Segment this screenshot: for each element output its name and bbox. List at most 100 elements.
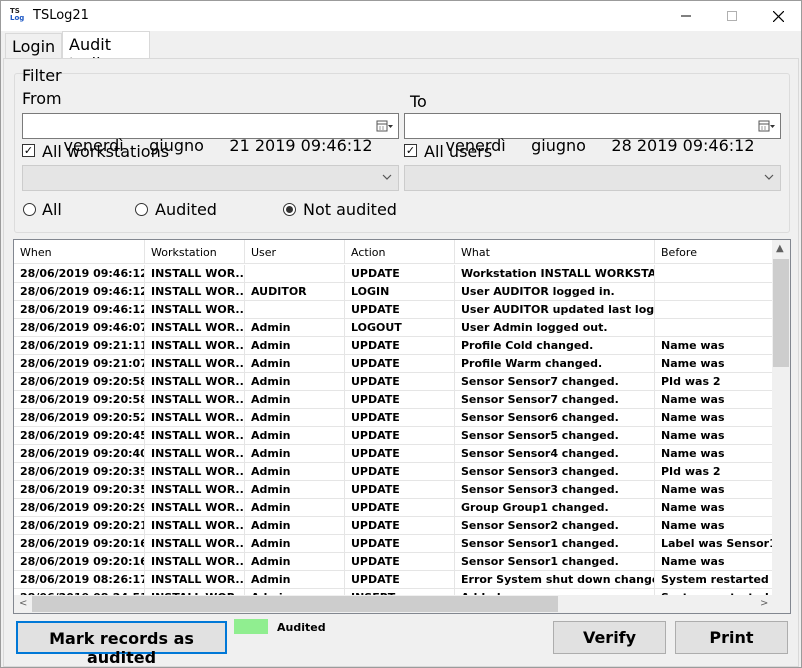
column-header[interactable]: What xyxy=(455,240,655,264)
table-row[interactable]: 28/06/2019 09:46:12 INSTALL WOR... UPDATE U… xyxy=(14,301,775,319)
table-cell: Sensor Sensor7 changed. xyxy=(455,391,655,409)
table-cell: 28/06/2019 09:46:12 xyxy=(14,283,145,301)
user-select[interactable] xyxy=(404,165,781,191)
table-row[interactable]: 28/06/2019 09:20:58 INSTALL WOR... Admin UP… xyxy=(14,391,775,409)
table-row[interactable]: 28/06/2019 09:20:16 INSTALL WOR... Admin UP… xyxy=(14,553,775,571)
table-cell: AUDITOR xyxy=(245,283,345,301)
table-row[interactable]: 28/06/2019 09:46:12 INSTALL WOR... UPDATE W… xyxy=(14,265,775,283)
vertical-scrollbar[interactable]: ▲ xyxy=(772,240,790,596)
table-row[interactable]: 28/06/2019 09:20:45 INSTALL WOR... Admin UP… xyxy=(14,427,775,445)
table-cell: INSTALL WOR... xyxy=(145,319,245,337)
radio-not-audited[interactable] xyxy=(283,203,296,216)
table-cell: Workstation INSTALL WORKSTAT... xyxy=(455,265,655,283)
workstation-select[interactable] xyxy=(22,165,399,191)
table-cell: Admin xyxy=(245,337,345,355)
table-cell: Sensor Sensor6 changed. xyxy=(455,409,655,427)
table-cell: UPDATE xyxy=(345,265,455,283)
tab-login[interactable]: Login xyxy=(5,33,62,59)
table-cell xyxy=(655,283,775,301)
horizontal-scroll-thumb[interactable] xyxy=(32,596,558,612)
column-header[interactable]: Before xyxy=(655,240,775,264)
table-row[interactable]: 28/06/2019 09:46:12 INSTALL WOR... AUDITOR… xyxy=(14,283,775,301)
all-users-checkbox[interactable]: ✓ xyxy=(404,144,417,157)
table-cell: Name was xyxy=(655,517,775,535)
table-cell: Admin xyxy=(245,391,345,409)
column-header[interactable]: Workstation xyxy=(145,240,245,264)
table-cell: Profile Warm changed. xyxy=(455,355,655,373)
tab-strip: Login Audit trail xyxy=(3,31,799,73)
table-cell: 28/06/2019 09:20:35 xyxy=(14,481,145,499)
table-cell: Sensor Sensor5 changed. xyxy=(455,427,655,445)
table-cell: LOGOUT xyxy=(345,319,455,337)
close-icon xyxy=(772,10,784,22)
table-cell: Admin xyxy=(245,499,345,517)
table-cell: INSTALL WOR... xyxy=(145,463,245,481)
table-cell: Group Group1 changed. xyxy=(455,499,655,517)
table-row[interactable]: 28/06/2019 09:20:16 INSTALL WOR... Admin UP… xyxy=(14,535,775,553)
table-cell: Admin xyxy=(245,481,345,499)
audit-grid[interactable]: When Workstation User Action What Before 28/0… xyxy=(13,239,791,614)
to-date-picker[interactable]: venerdì giugno 28 2019 09:46:12 xyxy=(404,113,781,155)
scroll-left-icon[interactable]: < xyxy=(19,598,27,609)
table-cell: User AUDITOR updated last login... xyxy=(455,301,655,319)
table-row[interactable]: 28/06/2019 09:21:07 INSTALL WOR... Admin UP… xyxy=(14,355,775,373)
table-cell: User AUDITOR logged in. xyxy=(455,283,655,301)
tab-audit-trail[interactable]: Audit trail xyxy=(62,31,150,73)
table-cell: 28/06/2019 09:20:16 xyxy=(14,535,145,553)
maximize-button[interactable] xyxy=(709,1,755,31)
table-cell: 28/06/2019 09:20:52 xyxy=(14,409,145,427)
scroll-up-icon[interactable]: ▲ xyxy=(776,243,784,254)
table-row[interactable]: 28/06/2019 09:20:21 INSTALL WOR... Admin UP… xyxy=(14,517,775,535)
column-header[interactable]: When xyxy=(14,240,145,264)
table-row[interactable]: 28/06/2019 09:21:11 INSTALL WOR... Admin UP… xyxy=(14,337,775,355)
table-row[interactable]: 28/06/2019 08:26:17 INSTALL WOR... Admin UP… xyxy=(14,571,775,589)
table-cell: Admin xyxy=(245,535,345,553)
radio-audited[interactable] xyxy=(135,203,148,216)
table-row[interactable]: 28/06/2019 09:20:58 INSTALL WOR... Admin UP… xyxy=(14,373,775,391)
verify-button[interactable]: Verify xyxy=(553,621,666,654)
app-window: TSLog TSLog21 Login Audit trail Filter F… xyxy=(0,0,802,668)
horizontal-scrollbar[interactable]: < > xyxy=(14,595,772,613)
table-cell: Sensor Sensor7 changed. xyxy=(455,373,655,391)
calendar-dropdown-icon[interactable] xyxy=(758,118,776,134)
print-button[interactable]: Print xyxy=(675,621,788,654)
calendar-dropdown-icon[interactable] xyxy=(376,118,394,134)
table-cell: 28/06/2019 09:20:58 xyxy=(14,391,145,409)
to-label: To xyxy=(410,92,427,111)
from-date-picker[interactable]: venerdì giugno 21 2019 09:46:12 xyxy=(22,113,399,155)
table-cell: Name was xyxy=(655,391,775,409)
table-cell: INSTALL WOR... xyxy=(145,265,245,283)
close-button[interactable] xyxy=(755,1,801,31)
table-cell xyxy=(245,265,345,283)
radio-all-label: All xyxy=(42,200,62,219)
table-cell: Sensor Sensor1 changed. xyxy=(455,535,655,553)
table-row[interactable]: 28/06/2019 09:46:07 INSTALL WOR... Admin LO… xyxy=(14,319,775,337)
mark-audited-button[interactable]: Mark records as audited xyxy=(16,621,227,667)
table-cell: Admin xyxy=(245,517,345,535)
all-workstations-label: All workstations xyxy=(42,142,170,161)
table-cell xyxy=(655,265,775,283)
app-icon: TS Log xyxy=(10,7,25,22)
table-cell: INSTALL WOR... xyxy=(145,301,245,319)
title-bar[interactable]: TS Log TSLog21 xyxy=(1,1,801,31)
table-row[interactable]: 28/06/2019 09:20:35 INSTALL WOR... Admin UP… xyxy=(14,463,775,481)
table-cell: Name was xyxy=(655,499,775,517)
table-row[interactable]: 28/06/2019 09:20:52 INSTALL WOR... Admin UP… xyxy=(14,409,775,427)
column-header[interactable]: Action xyxy=(345,240,455,264)
scroll-right-icon[interactable]: > xyxy=(760,598,768,609)
table-cell: UPDATE xyxy=(345,409,455,427)
table-cell: UPDATE xyxy=(345,535,455,553)
column-header[interactable]: User xyxy=(245,240,345,264)
table-cell: 28/06/2019 09:20:16 xyxy=(14,553,145,571)
radio-all[interactable] xyxy=(23,203,36,216)
table-row[interactable]: 28/06/2019 09:20:40 INSTALL WOR... Admin UP… xyxy=(14,445,775,463)
table-cell: PId was 2 xyxy=(655,463,775,481)
table-cell: UPDATE xyxy=(345,373,455,391)
table-cell: 28/06/2019 09:21:11 xyxy=(14,337,145,355)
table-cell: Name was xyxy=(655,445,775,463)
table-row[interactable]: 28/06/2019 09:20:29 INSTALL WOR... Admin UP… xyxy=(14,499,775,517)
table-row[interactable]: 28/06/2019 09:20:35 INSTALL WOR... Admin UP… xyxy=(14,481,775,499)
all-workstations-checkbox[interactable]: ✓ xyxy=(22,144,35,157)
minimize-button[interactable] xyxy=(663,1,709,31)
vertical-scroll-thumb[interactable] xyxy=(773,259,789,367)
